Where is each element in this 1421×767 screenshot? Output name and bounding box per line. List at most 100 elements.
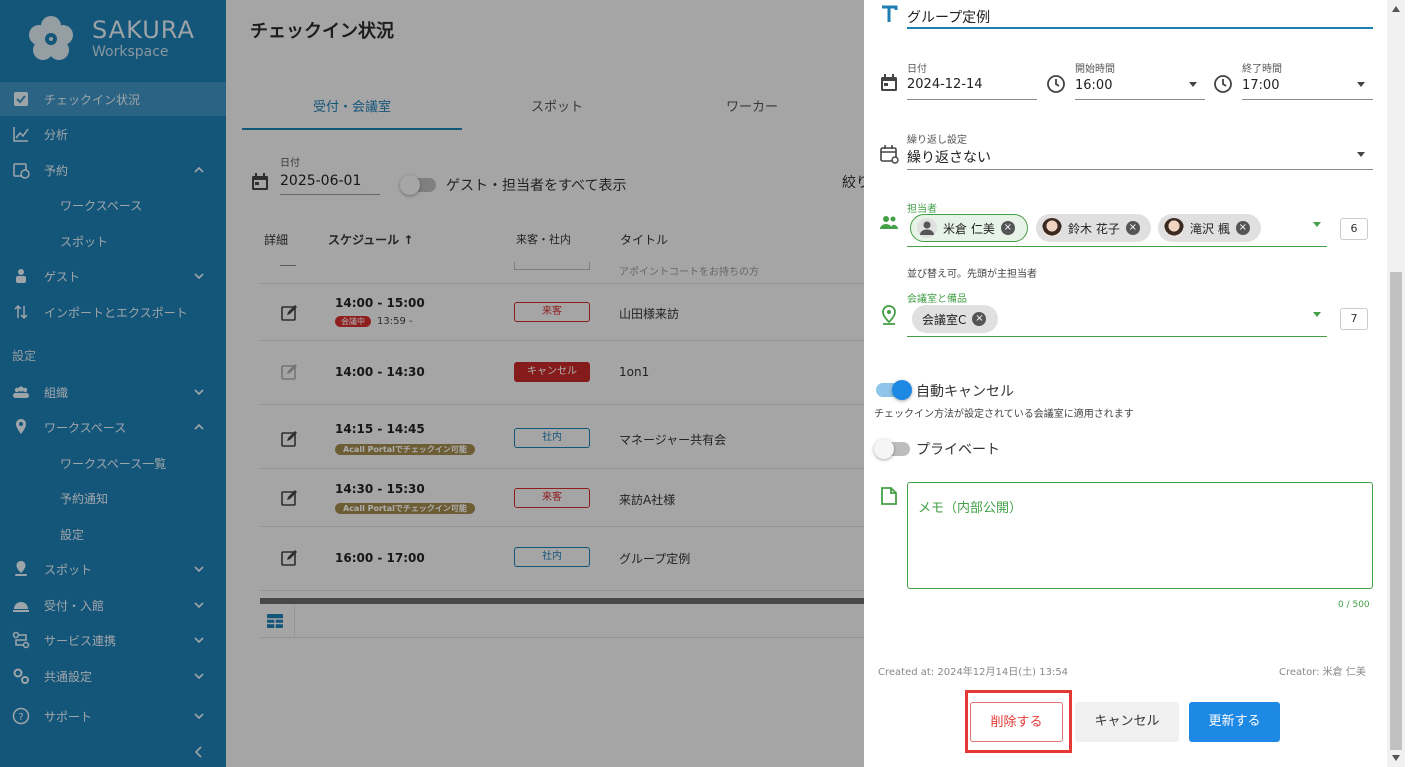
- remove-chip-icon[interactable]: ×: [1125, 221, 1140, 235]
- brand-logo[interactable]: SAKURA Workspace: [24, 12, 214, 68]
- horizontal-scrollbar[interactable]: [260, 598, 864, 604]
- calendar-repeat-icon: [880, 145, 899, 164]
- row-title: グループ定例: [619, 552, 691, 566]
- table-grid-icon[interactable]: [266, 613, 284, 629]
- show-all-guests-toggle[interactable]: [400, 175, 436, 195]
- memo-textarea[interactable]: メモ（内部公開）: [907, 482, 1373, 589]
- sidebar-item-checkin-status[interactable]: チェックイン状況: [0, 82, 226, 116]
- drawer-scrollbar[interactable]: [1387, 0, 1405, 767]
- sidebar-item-common-settings[interactable]: 共通設定: [0, 659, 226, 693]
- assignee-chip[interactable]: 鈴木 花子 ×: [1036, 214, 1151, 242]
- table-row[interactable]: 14:15 - 14:45 Acall Portalでチェックイン可能 社内 マ…: [260, 405, 864, 469]
- repeat-underline: [907, 169, 1373, 170]
- date-input[interactable]: 2024-12-14: [907, 77, 983, 92]
- row-time: 14:30 - 15:30: [335, 482, 425, 496]
- assignee-chip[interactable]: 滝沢 楓 ×: [1158, 214, 1261, 242]
- table-row[interactable]: 14:00 - 14:30 キャンセル 1on1: [260, 341, 864, 405]
- row-partial-chip: [514, 262, 590, 270]
- remove-chip-icon[interactable]: ×: [1000, 221, 1015, 235]
- end-time-select[interactable]: 17:00: [1242, 78, 1279, 93]
- remove-chip-icon[interactable]: ×: [972, 312, 987, 326]
- sidebar-item-import-export[interactable]: インポートとエクスポート: [0, 295, 226, 329]
- row-status: Acall Portalでチェックイン可能: [335, 444, 475, 455]
- show-all-guests-label: ゲスト・担当者をすべて表示: [446, 178, 627, 194]
- edit-icon[interactable]: [280, 430, 298, 448]
- sidebar-item-reception[interactable]: 受付・入館: [0, 588, 226, 622]
- sidebar-item-reservation-notification[interactable]: 予約通知: [0, 481, 226, 515]
- room-chip[interactable]: 会議室C ×: [912, 305, 998, 333]
- collapse-sidebar-icon[interactable]: [192, 744, 206, 760]
- tab-spot[interactable]: スポット: [462, 90, 652, 130]
- tab-bar: 受付・会議室 スポット ワーカー: [242, 90, 864, 132]
- sidebar-item-spot[interactable]: スポット: [0, 552, 226, 586]
- row-title: 山田様来訪: [619, 307, 680, 321]
- app: SAKURA Workspace チェックイン状況 分析 予約 ワークスペース …: [0, 0, 1421, 767]
- tab-reception-meeting-room[interactable]: 受付・会議室: [242, 90, 462, 130]
- row-title: 来訪A社様: [619, 493, 676, 507]
- date-input[interactable]: 2025-06-01: [280, 173, 380, 195]
- title-input[interactable]: グループ定例: [907, 7, 990, 27]
- chevron-down-icon: [194, 389, 204, 396]
- row-title: 1on1: [619, 365, 650, 379]
- room-label: 会議室と備品: [907, 294, 967, 305]
- created-at: Created at: 2024年12月14日(土) 13:54: [878, 667, 1069, 678]
- scrollbar-thumb[interactable]: [1390, 272, 1402, 750]
- dropdown-arrow-icon[interactable]: [1357, 82, 1365, 87]
- dropdown-arrow-icon[interactable]: [1313, 222, 1321, 227]
- location-pin-icon: [16, 419, 26, 434]
- sidebar-item-organization[interactable]: 組織: [0, 375, 226, 409]
- sidebar-item-reservation[interactable]: 予約: [0, 153, 226, 187]
- chevron-down-icon: [194, 673, 204, 680]
- scroll-down-icon[interactable]: [1392, 755, 1400, 761]
- filter-label[interactable]: 絞り: [842, 172, 864, 192]
- row-title: アポイントコートをお持ちの方: [619, 267, 759, 278]
- main-content: チェックイン状況 受付・会議室 スポット ワーカー 日付 2025-06-01 …: [226, 0, 864, 767]
- sidebar-item-analytics[interactable]: 分析: [0, 117, 226, 151]
- remove-chip-icon[interactable]: ×: [1235, 221, 1250, 235]
- sidebar-item-workspace[interactable]: ワークスペース: [0, 410, 226, 444]
- chart-line-icon: [13, 127, 29, 142]
- col-visitor-type: 来客・社内: [516, 233, 571, 246]
- assignee-name: 鈴木 花子: [1068, 221, 1120, 236]
- sidebar-item-workspace-settings[interactable]: 設定: [0, 517, 226, 551]
- repeat-select[interactable]: 繰り返さない: [907, 147, 991, 167]
- start-time-select[interactable]: 16:00: [1075, 78, 1112, 93]
- private-label: プライベート: [916, 442, 1000, 458]
- table-header: 詳細 スケジュール ↑ 来客・社内 タイトル: [260, 231, 864, 251]
- table-row[interactable]: 16:00 - 17:00 社内 グループ定例: [260, 527, 864, 591]
- table-row[interactable]: 14:30 - 15:30 Acall Portalでチェックイン可能 来客 来…: [260, 469, 864, 527]
- private-toggle[interactable]: [874, 439, 910, 459]
- update-button[interactable]: 更新する: [1189, 702, 1280, 742]
- memo-char-count: 0 / 500: [1338, 600, 1370, 610]
- sidebar-section-settings: 設定: [12, 349, 37, 363]
- assignee-underline: [907, 246, 1327, 247]
- edit-icon[interactable]: [280, 549, 298, 567]
- edit-icon[interactable]: [280, 489, 298, 507]
- edit-icon[interactable]: [280, 304, 298, 322]
- sidebar-item-reservation-workspace[interactable]: ワークスペース: [0, 188, 226, 222]
- col-schedule[interactable]: スケジュール ↑: [328, 231, 413, 248]
- import-export-icon: [14, 304, 28, 320]
- col-detail: 詳細: [264, 233, 289, 247]
- sidebar-item-reservation-spot[interactable]: スポット: [0, 224, 226, 258]
- calendar-icon: [881, 74, 897, 91]
- sidebar-item-support[interactable]: ? サポート: [0, 699, 226, 733]
- room-count-badge: 7: [1340, 308, 1368, 330]
- toggle-knob: [400, 175, 420, 195]
- dropdown-arrow-icon[interactable]: [1357, 152, 1365, 157]
- sidebar-item-workspace-list[interactable]: ワークスペース一覧: [0, 446, 226, 480]
- dropdown-arrow-icon[interactable]: [1313, 312, 1321, 317]
- sidebar-item-guest[interactable]: ゲスト: [0, 259, 226, 293]
- svg-text:?: ?: [18, 712, 23, 723]
- auto-cancel-toggle[interactable]: [876, 380, 912, 400]
- cancel-button[interactable]: キャンセル: [1075, 702, 1179, 742]
- sort-arrow-up-icon: ↑: [403, 233, 414, 247]
- visitor-type-chip: 来客: [514, 302, 590, 322]
- row-partial-marker: [280, 265, 296, 266]
- assignee-chip[interactable]: 米倉 仁美 ×: [910, 214, 1028, 242]
- tab-worker[interactable]: ワーカー: [652, 90, 852, 130]
- dropdown-arrow-icon[interactable]: [1189, 82, 1197, 87]
- sidebar-item-service-integration[interactable]: サービス連携: [0, 623, 226, 657]
- table-row[interactable]: 14:00 - 15:00 会議中 13:59 - 来客 山田様来訪: [260, 284, 864, 341]
- scroll-up-icon[interactable]: [1392, 6, 1400, 12]
